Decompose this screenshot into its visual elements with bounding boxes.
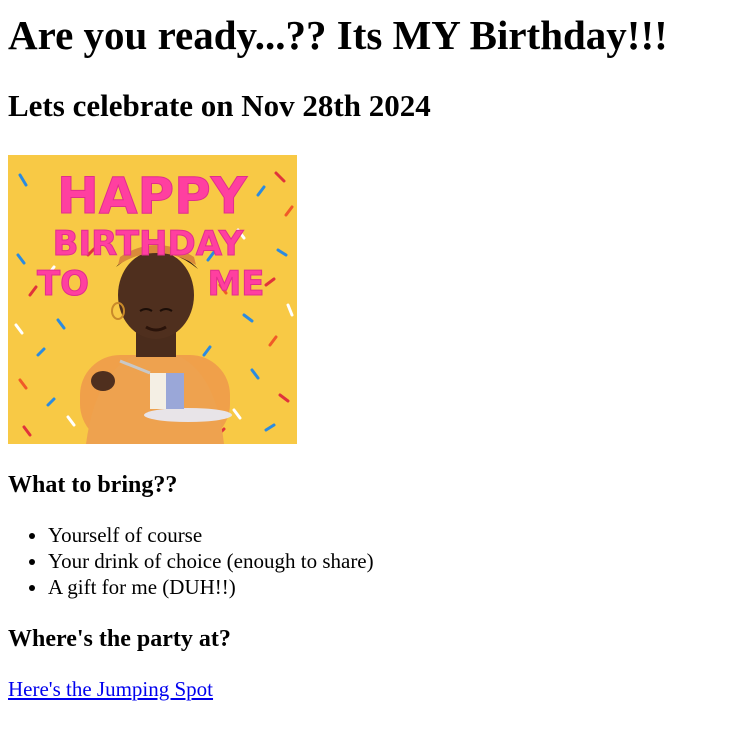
list-item: Your drink of choice (enough to share) xyxy=(48,548,747,574)
list-item: Yourself of course xyxy=(48,522,747,548)
birthday-gif: HAPPY BIRTHDAY TO ME xyxy=(8,155,297,444)
page-subtitle: Lets celebrate on Nov 28th 2024 xyxy=(8,88,431,123)
location-link[interactable]: Here's the Jumping Spot xyxy=(8,676,213,702)
gif-text-to: TO xyxy=(37,264,89,304)
page: Are you ready...?? Its MY Birthday!!! Le… xyxy=(0,0,755,702)
gif-text-me: ME xyxy=(207,264,264,304)
gif-text-happy: HAPPY xyxy=(57,167,248,225)
bring-heading: What to bring?? xyxy=(8,472,178,498)
gif-text-birthday: BIRTHDAY xyxy=(53,224,244,264)
page-title: Are you ready...?? Its MY Birthday!!! xyxy=(8,12,668,58)
bring-list: Yourself of course Your drink of choice … xyxy=(8,522,747,600)
list-item: A gift for me (DUH!!) xyxy=(48,574,747,600)
location-heading: Where's the party at? xyxy=(8,626,231,652)
